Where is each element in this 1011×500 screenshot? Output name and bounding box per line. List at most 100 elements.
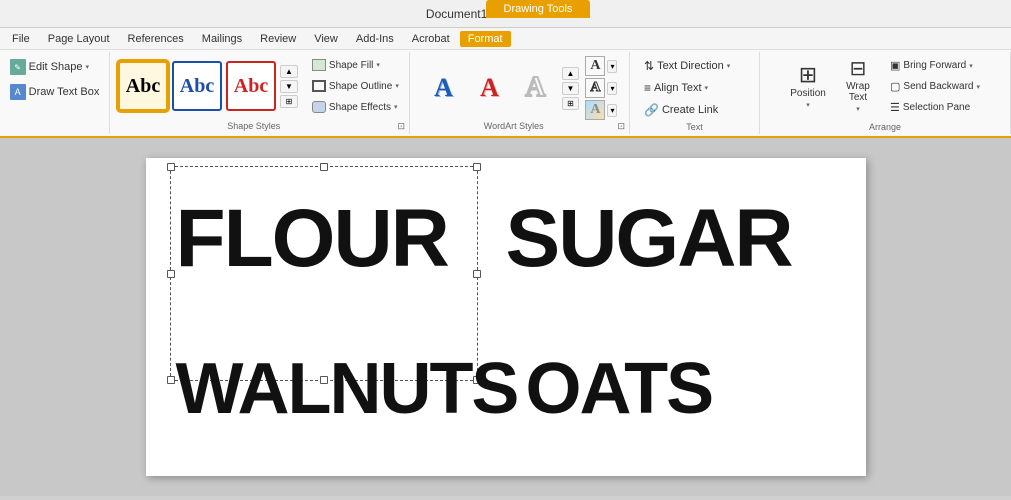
handle-top-right[interactable] bbox=[473, 163, 481, 171]
shape-outline-icon bbox=[312, 80, 326, 92]
label-flour: FLOUR bbox=[176, 198, 448, 280]
menu-add-ins[interactable]: Add-Ins bbox=[348, 31, 402, 47]
shape-style-3[interactable]: Abc bbox=[226, 61, 276, 111]
ribbon-group-wordart: A A A ▲ ▼ ⊞ A ▾ A ▾ bbox=[410, 52, 630, 134]
ribbon-group-arrange: ⊞ Position ▾ ⊟ Wrap Text ▾ ▣ Bring Forwa… bbox=[760, 52, 1011, 134]
wordart-styles-label: WordArt Styles ⊡ bbox=[410, 121, 629, 132]
draw-text-box-icon: A bbox=[10, 84, 26, 100]
menu-bar: File Page Layout References Mailings Rev… bbox=[0, 28, 1011, 50]
bring-forward-arrow: ▾ bbox=[969, 62, 973, 70]
wordart-style-1[interactable]: A bbox=[422, 67, 466, 109]
arrange-stack: ▣ Bring Forward ▾ ▢ Send Backward ▾ ☰ Se… bbox=[884, 56, 986, 117]
text-effects-arrow[interactable]: ▾ bbox=[607, 104, 617, 117]
text-direction-button[interactable]: ⇅ Text Direction ▾ bbox=[638, 56, 751, 76]
create-link-icon: 🔗 bbox=[644, 103, 659, 117]
document-page: FLOUR SUGAR WALNUTS OATS bbox=[146, 158, 866, 476]
text-direction-icon: ⇅ bbox=[644, 59, 654, 73]
text-fill-icon: A bbox=[585, 56, 605, 76]
selection-pane-label: Selection Pane bbox=[903, 102, 970, 113]
ribbon-group-text: ⇅ Text Direction ▾ ≡ Align Text ▾ 🔗 Crea… bbox=[630, 52, 760, 134]
draw-text-box-label: Draw Text Box bbox=[29, 86, 100, 98]
align-text-arrow: ▾ bbox=[705, 84, 709, 92]
arrange-group-label: Arrange bbox=[760, 122, 1010, 132]
bring-forward-label: Bring Forward bbox=[903, 60, 966, 71]
menu-file[interactable]: File bbox=[4, 31, 38, 47]
shape-style-up[interactable]: ▲ bbox=[280, 65, 298, 78]
wordart-arrows: ▲ ▼ ⊞ bbox=[562, 67, 580, 110]
shape-fill-icon bbox=[312, 59, 326, 71]
position-arrow: ▾ bbox=[806, 101, 810, 109]
text-effects-icon: A bbox=[585, 100, 605, 120]
text-fill-arrow[interactable]: ▾ bbox=[607, 60, 617, 73]
shape-style-1[interactable]: Abc bbox=[118, 61, 168, 111]
menu-mailings[interactable]: Mailings bbox=[194, 31, 250, 47]
position-icon: ⊞ bbox=[799, 64, 817, 86]
handle-middle-right[interactable] bbox=[473, 270, 481, 278]
document-area: FLOUR SUGAR WALNUTS OATS bbox=[0, 138, 1011, 496]
shape-effects-label: Shape Effects bbox=[329, 102, 391, 113]
menu-format[interactable]: Format bbox=[460, 31, 511, 47]
text-direction-arrow: ▾ bbox=[727, 62, 731, 70]
selection-pane-icon: ☰ bbox=[890, 101, 900, 114]
wrap-text-label: Wrap Text bbox=[843, 81, 873, 103]
selection-pane-button[interactable]: ☰ Selection Pane bbox=[884, 98, 986, 117]
menu-view[interactable]: View bbox=[306, 31, 346, 47]
shape-effects-button[interactable]: Shape Effects ▾ bbox=[306, 98, 405, 116]
shape-style-2[interactable]: Abc bbox=[172, 61, 222, 111]
ribbon-group-shape-styles: Abc Abc Abc ▲ ▼ ⊞ Shape Fill ▾ S bbox=[110, 52, 410, 134]
bring-forward-icon: ▣ bbox=[890, 59, 900, 72]
shape-effects-icon bbox=[312, 101, 326, 113]
label-oats: OATS bbox=[526, 353, 713, 425]
shape-fill-buttons: Shape Fill ▾ Shape Outline ▾ Shape Effec… bbox=[306, 56, 405, 116]
shape-fill-button[interactable]: Shape Fill ▾ bbox=[306, 56, 405, 74]
draw-text-box-button[interactable]: A Draw Text Box bbox=[4, 81, 106, 103]
ribbon: ✎ Edit Shape ▾ A Draw Text Box Abc Abc A… bbox=[0, 50, 1011, 138]
wrap-text-icon: ⊟ bbox=[850, 59, 867, 79]
menu-acrobat[interactable]: Acrobat bbox=[404, 31, 458, 47]
menu-review[interactable]: Review bbox=[252, 31, 304, 47]
label-sugar: SUGAR bbox=[506, 198, 792, 280]
handle-bottom-left[interactable] bbox=[167, 376, 175, 384]
send-backward-button[interactable]: ▢ Send Backward ▾ bbox=[884, 77, 986, 96]
shape-style-down[interactable]: ▼ bbox=[280, 80, 298, 93]
title-bar: Drawing Tools Document18 - Microsoft Wor… bbox=[0, 0, 1011, 28]
wordart-text-color: A ▾ A ▾ A ▾ bbox=[585, 56, 617, 120]
shape-styles-expand[interactable]: ⊡ bbox=[397, 121, 405, 132]
shape-style-more[interactable]: ⊞ bbox=[280, 95, 298, 108]
align-text-label: Align Text bbox=[654, 82, 702, 94]
send-backward-icon: ▢ bbox=[890, 80, 900, 93]
create-link-button[interactable]: 🔗 Create Link bbox=[638, 100, 751, 120]
shape-outline-label: Shape Outline bbox=[329, 81, 392, 92]
send-backward-arrow: ▾ bbox=[976, 83, 980, 91]
menu-page-layout[interactable]: Page Layout bbox=[40, 31, 118, 47]
edit-shape-arrow: ▾ bbox=[85, 63, 89, 71]
menu-references[interactable]: References bbox=[120, 31, 192, 47]
wordart-style-3[interactable]: A bbox=[514, 67, 558, 109]
wordart-up[interactable]: ▲ bbox=[562, 67, 580, 80]
wrap-text-arrow: ▾ bbox=[856, 105, 860, 113]
shape-fill-label: Shape Fill bbox=[329, 60, 373, 71]
handle-top-left[interactable] bbox=[167, 163, 175, 171]
shape-outline-button[interactable]: Shape Outline ▾ bbox=[306, 77, 405, 95]
ribbon-group-insert: ✎ Edit Shape ▾ A Draw Text Box bbox=[0, 52, 110, 134]
wordart-expand[interactable]: ⊡ bbox=[617, 121, 625, 132]
shape-fill-arrow: ▾ bbox=[376, 61, 380, 69]
text-outline-icon: A bbox=[585, 78, 605, 98]
wordart-style-2[interactable]: A bbox=[468, 67, 512, 109]
align-text-button[interactable]: ≡ Align Text ▾ bbox=[638, 78, 751, 98]
edit-shape-label: Edit Shape bbox=[29, 61, 83, 73]
handle-middle-left[interactable] bbox=[167, 270, 175, 278]
send-backward-label: Send Backward bbox=[903, 81, 973, 92]
drawing-tools-tab[interactable]: Drawing Tools bbox=[486, 0, 591, 18]
shape-effects-arrow: ▾ bbox=[394, 103, 398, 111]
wrap-text-button[interactable]: ⊟ Wrap Text ▾ bbox=[834, 56, 882, 116]
position-button[interactable]: ⊞ Position ▾ bbox=[784, 56, 832, 116]
wordart-down[interactable]: ▼ bbox=[562, 82, 580, 95]
edit-shape-button[interactable]: ✎ Edit Shape ▾ bbox=[4, 56, 95, 78]
align-text-icon: ≡ bbox=[644, 81, 651, 95]
text-outline-arrow[interactable]: ▾ bbox=[607, 82, 617, 95]
handle-top-center[interactable] bbox=[320, 163, 328, 171]
wordart-more[interactable]: ⊞ bbox=[562, 97, 580, 110]
bring-forward-button[interactable]: ▣ Bring Forward ▾ bbox=[884, 56, 986, 75]
shape-style-arrows: ▲ ▼ ⊞ bbox=[280, 65, 298, 108]
